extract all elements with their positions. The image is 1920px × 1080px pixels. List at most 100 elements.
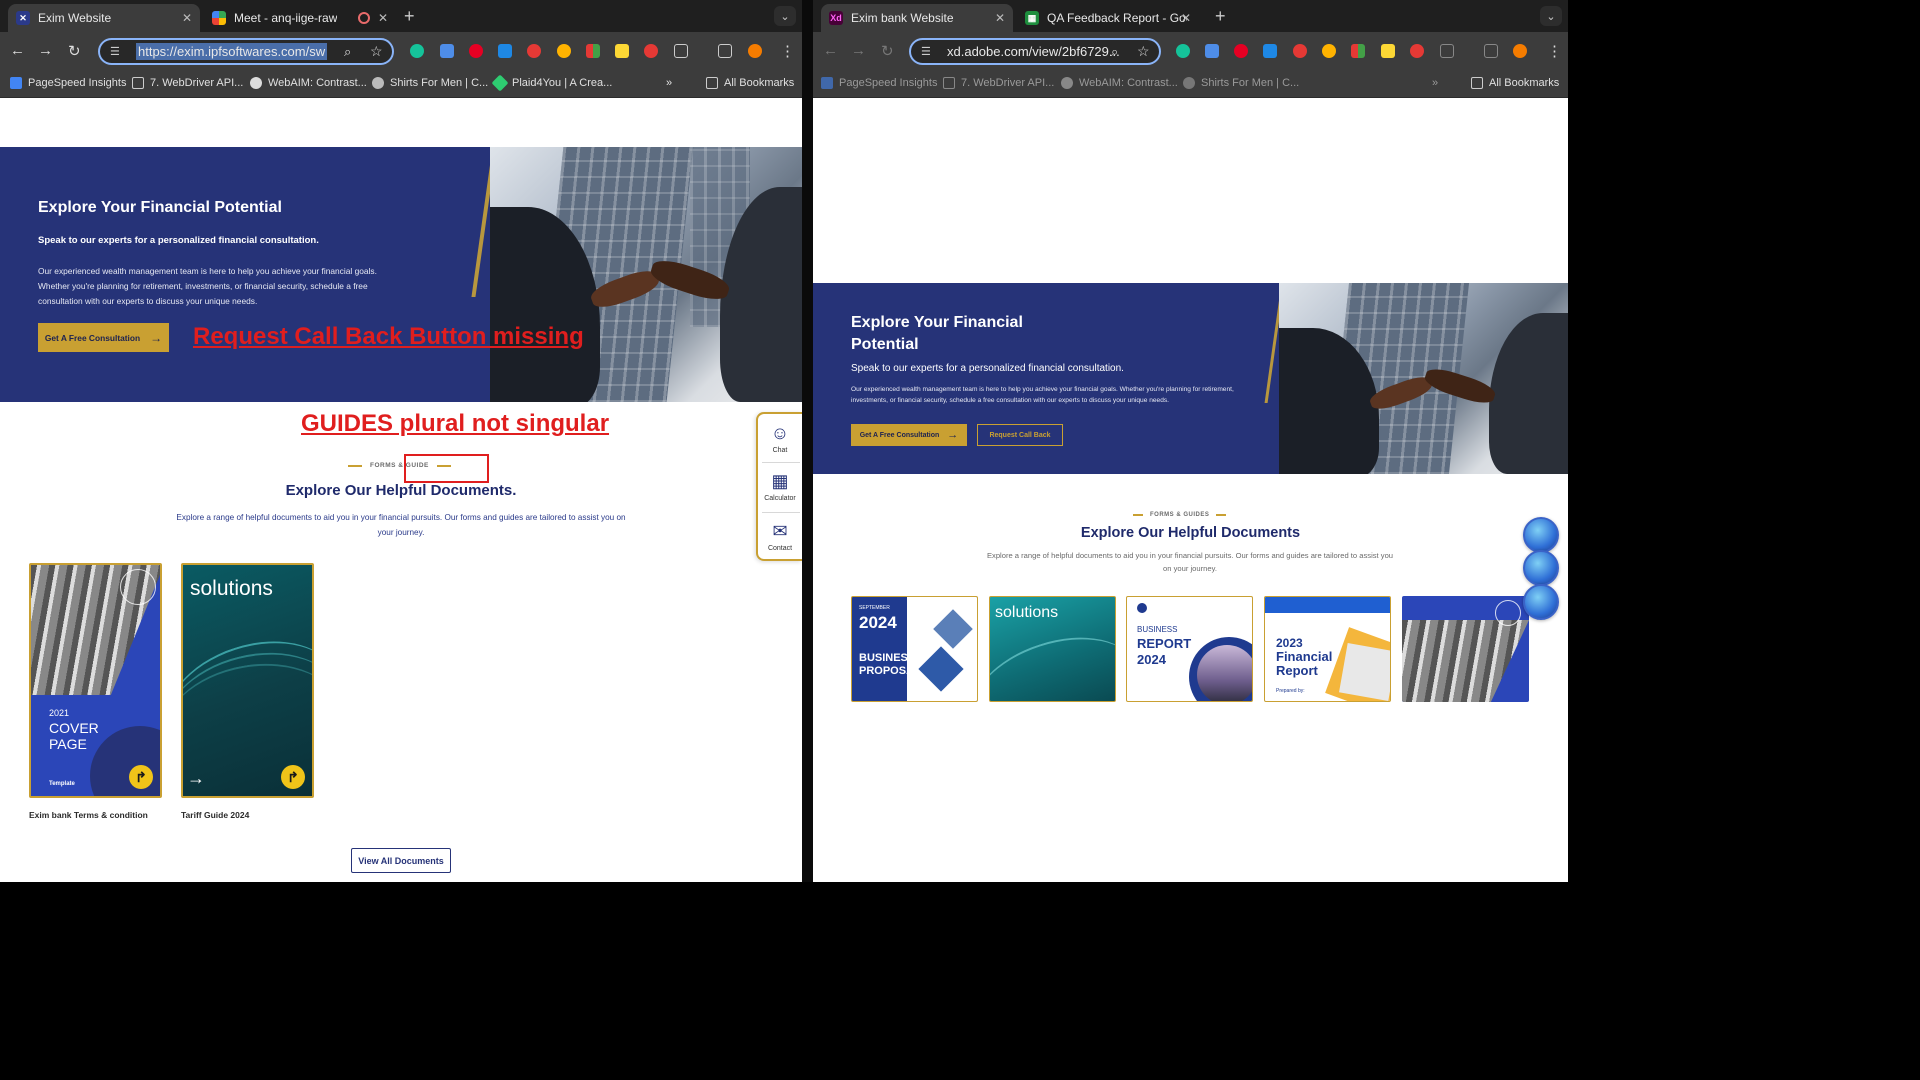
request-call-back-button[interactable]: Request Call Back [977,424,1063,446]
view-all-documents-button[interactable]: View All Documents [351,848,451,873]
reload-icon[interactable]: ↻ [881,42,894,60]
extension-icon[interactable] [586,44,600,58]
tab-search-icon[interactable]: ⌄ [1540,6,1562,26]
extension-icon[interactable] [1293,44,1307,58]
profile-avatar[interactable] [1513,44,1527,58]
pinterest-extension-icon[interactable] [1234,44,1248,58]
extension-icon[interactable] [1205,44,1219,58]
free-consultation-button[interactable]: Get A Free Consultation → [38,323,169,352]
bookmarks-overflow-icon[interactable]: » [1432,77,1438,89]
side-panel-icon[interactable] [718,44,732,58]
free-consultation-button[interactable]: Get A Free Consultation → [851,424,967,446]
extension-icon[interactable] [527,44,541,58]
bookmark-item[interactable]: WebAIM: Contrast... [1061,77,1178,89]
page-content: Explore Your Financial Potential Speak t… [0,99,802,882]
all-bookmarks[interactable]: All Bookmarks [706,77,794,89]
reload-icon[interactable]: ↻ [68,42,81,60]
close-tab-icon[interactable]: ✕ [995,11,1005,25]
card-text: PROPOSAL [859,665,921,677]
menu-icon[interactable]: ⋮ [780,42,795,60]
card-brand: Template [49,781,75,787]
card-text: BUSINESS [1137,625,1178,634]
forward-icon[interactable]: → [38,42,53,59]
arrow-right-icon: → [947,429,959,441]
bookmark-item[interactable]: 7. WebDriver API... [943,77,1054,89]
card-label: Exim bank Terms & condition [29,810,148,820]
contact-button[interactable]: ✉ Contact [758,520,802,552]
adobe-xd-icon: Xd [829,11,843,25]
profile-avatar[interactable] [748,44,762,58]
extension-icon[interactable] [440,44,454,58]
chat-button[interactable]: ☺ Chat [758,422,802,454]
extension-icon[interactable] [615,44,629,58]
left-browser-window: ✕ Exim Website ✕ Meet - anq-iige-raw ✕ +… [0,0,802,882]
document-card[interactable]: 2023 Financial Report Prepared by: [1264,596,1391,702]
address-bar[interactable]: ☰ https://exim.ipfsoftwares.com/sw ⌕ ☆ [98,38,394,65]
bookmarks-overflow-icon[interactable]: » [666,77,672,89]
extension-icon[interactable] [1263,44,1277,58]
bookmark-item[interactable]: Shirts For Men | C... [372,77,488,89]
extension-icon[interactable] [1322,44,1336,58]
document-card[interactable]: BUSINESS REPORT 2024 [1126,596,1253,702]
site-info-icon[interactable]: ☰ [921,45,935,58]
extensions-puzzle-icon[interactable] [1440,44,1454,58]
tab-title: Exim Website [38,11,112,25]
card-year: 2024 [1137,652,1166,667]
document-card[interactable]: SEPTEMBER 2024 BUSINESS PROPOSAL [851,596,978,702]
extension-icon[interactable] [1351,44,1365,58]
chat-bot-button[interactable] [1523,517,1559,553]
document-card[interactable] [1402,596,1529,702]
bookmark-item[interactable]: PageSpeed Insights [10,77,126,89]
calculator-button[interactable] [1523,550,1559,586]
share-arrow-icon[interactable]: ↱ [129,765,153,789]
bookmark-item[interactable]: Shirts For Men | C... [1183,77,1299,89]
bookmark-item[interactable]: Plaid4You | A Crea... [491,74,612,92]
grammarly-extension-icon[interactable] [410,44,424,58]
extensions-puzzle-icon[interactable] [674,44,688,58]
address-bar[interactable]: ☰ xd.adobe.com/view/2bf6729... ⌕ ☆ [909,38,1161,65]
all-bookmarks[interactable]: All Bookmarks [1471,77,1559,89]
share-arrow-icon[interactable]: ↱ [281,765,305,789]
bookmark-item[interactable]: 7. WebDriver API... [132,77,243,89]
close-tab-icon[interactable]: ✕ [182,11,192,25]
back-icon[interactable]: ← [10,42,25,59]
pinterest-extension-icon[interactable] [469,44,483,58]
extension-icon[interactable] [498,44,512,58]
search-icon[interactable]: ⌕ [1111,44,1118,60]
tab-meet[interactable]: Meet - anq-iige-raw ✕ [204,4,396,32]
bookmark-item[interactable]: PageSpeed Insights [821,77,937,89]
docs-title: Explore Our Helpful Documents. [285,482,517,499]
menu-icon[interactable]: ⋮ [1547,42,1562,60]
close-tab-icon[interactable]: ✕ [1181,11,1191,25]
bookmark-item[interactable]: WebAIM: Contrast... [250,77,367,89]
address-text[interactable]: https://exim.ipfsoftwares.com/sw [136,43,328,60]
card-label: Tariff Guide 2024 [181,810,250,820]
page-content: Explore Your Financial Potential Speak to… [813,99,1568,882]
extension-icon[interactable] [557,44,571,58]
bookmark-star-icon[interactable]: ☆ [1137,43,1150,60]
document-card[interactable]: solutions → ↱ [181,563,314,798]
browser-toolbar: ← → ↻ ☰ xd.adobe.com/view/2bf6729... ⌕ ☆… [813,32,1568,70]
search-icon[interactable]: ⌕ [344,44,351,60]
calculator-button[interactable]: ▦ Calculator [758,470,802,502]
tab-qa-feedback[interactable]: ▦ QA Feedback Report - Googl ✕ [1017,4,1199,32]
extension-icon[interactable] [1381,44,1395,58]
extension-icon[interactable] [1410,44,1424,58]
tab-search-icon[interactable]: ⌄ [774,6,796,26]
contact-button[interactable] [1523,584,1559,620]
forward-icon[interactable]: → [851,42,866,59]
bookmark-star-icon[interactable]: ☆ [370,43,383,60]
side-panel-icon[interactable] [1484,44,1498,58]
extension-icon[interactable] [644,44,658,58]
site-info-icon[interactable]: ☰ [110,45,124,58]
tab-exim-website[interactable]: ✕ Exim Website ✕ [8,4,200,32]
new-tab-icon[interactable]: + [404,6,415,27]
address-text[interactable]: xd.adobe.com/view/2bf6729... [947,44,1120,59]
tab-exim-bank-website[interactable]: Xd Exim bank Website ✕ [821,4,1013,32]
grammarly-extension-icon[interactable] [1176,44,1190,58]
close-tab-icon[interactable]: ✕ [378,11,388,25]
document-card[interactable]: 2021 COVER PAGE Template ↱ [29,563,162,798]
new-tab-icon[interactable]: + [1215,6,1226,27]
back-icon[interactable]: ← [823,42,838,59]
document-card[interactable]: solutions [989,596,1116,702]
